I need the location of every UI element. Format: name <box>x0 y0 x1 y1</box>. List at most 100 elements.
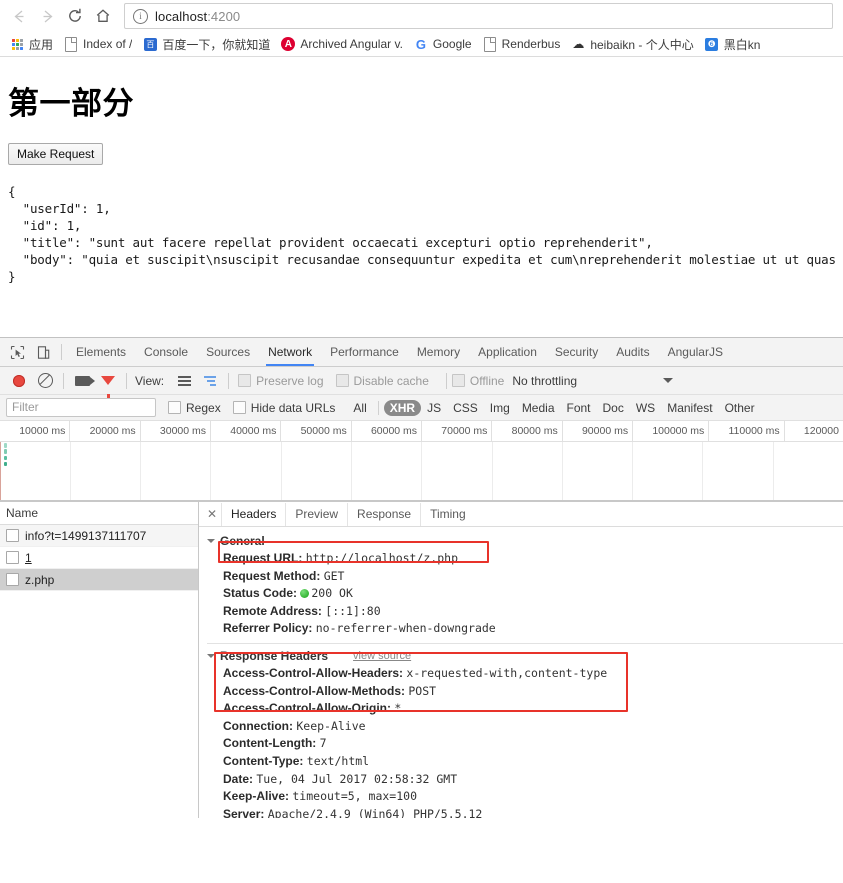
bookmark-index-of[interactable]: Index of / <box>60 35 139 53</box>
tab-application[interactable]: Application <box>469 339 546 366</box>
bookmark-google[interactable]: G Google <box>410 35 479 53</box>
tab-performance[interactable]: Performance <box>321 339 408 366</box>
view-list-icon[interactable] <box>171 368 197 394</box>
chevron-down-icon[interactable] <box>207 539 215 543</box>
detail-tab-headers[interactable]: Headers <box>221 502 285 526</box>
capture-screenshots-icon[interactable] <box>69 368 95 394</box>
request-list-column-header[interactable]: Name <box>0 502 198 525</box>
filter-type-media[interactable]: Media <box>516 400 561 416</box>
header-row-referrer-policy: Referrer Policy: no-referrer-when-downgr… <box>207 620 843 638</box>
row-checkbox-icon[interactable] <box>6 529 19 542</box>
view-waterfall-icon[interactable] <box>197 368 223 394</box>
chevron-down-icon[interactable] <box>663 378 674 383</box>
tab-sources[interactable]: Sources <box>197 339 259 366</box>
filter-type-xhr[interactable]: XHR <box>383 399 422 416</box>
filter-type-manifest[interactable]: Manifest <box>661 400 718 416</box>
address-bar[interactable]: i localhost:4200 <box>124 3 833 29</box>
filter-type-all[interactable]: All <box>347 400 372 416</box>
record-button-icon[interactable] <box>6 368 32 394</box>
header-value[interactable]: http://localhost/z.php <box>306 551 458 565</box>
response-headers-section-header[interactable]: Response Headers view source <box>207 649 843 663</box>
tab-angularjs[interactable]: AngularJS <box>659 339 732 366</box>
disable-cache-checkbox[interactable] <box>335 374 349 387</box>
bookmark-heibaikn[interactable]: ☁ heibaikn - 个人中心 <box>567 34 700 55</box>
timeline-tick: 30000 ms <box>139 421 210 441</box>
throttling-select[interactable]: No throttling <box>512 374 577 388</box>
row-checkbox-icon[interactable] <box>6 573 19 586</box>
disable-cache-option[interactable]: Disable cache <box>335 374 429 388</box>
preserve-log-checkbox[interactable] <box>238 374 252 387</box>
close-icon[interactable]: ✕ <box>203 507 221 521</box>
forward-arrow-icon[interactable] <box>34 3 60 29</box>
bookmark-heibai[interactable]: ❻ 黑白kn <box>701 34 768 55</box>
devtools-tabbar: Elements Console Sources Network Perform… <box>0 338 843 367</box>
hide-data-urls-option[interactable]: Hide data URLs <box>232 401 335 415</box>
tab-memory[interactable]: Memory <box>408 339 469 366</box>
tab-elements[interactable]: Elements <box>67 339 135 366</box>
reload-icon[interactable] <box>62 3 88 29</box>
tab-audits[interactable]: Audits <box>607 339 658 366</box>
offline-option[interactable]: Offline <box>451 374 504 388</box>
table-row[interactable]: z.php <box>0 569 198 591</box>
inspect-element-icon[interactable] <box>4 339 30 365</box>
filter-type-img[interactable]: Img <box>484 400 516 416</box>
table-row[interactable]: 1 <box>0 547 198 569</box>
header-row-request-url: Request URL: http://localhost/z.php <box>207 550 843 568</box>
toggle-device-toolbar-icon[interactable] <box>30 339 56 365</box>
filter-type-js[interactable]: JS <box>421 400 447 416</box>
row-checkbox-icon[interactable] <box>6 551 19 564</box>
filter-type-doc[interactable]: Doc <box>597 400 630 416</box>
tab-console[interactable]: Console <box>135 339 197 366</box>
header-row-acao: Access-Control-Allow-Origin: * <box>207 700 843 718</box>
filter-input[interactable]: Filter <box>6 398 156 417</box>
offline-checkbox[interactable] <box>451 374 465 387</box>
table-row[interactable]: info?t=1499137111707 <box>0 525 198 547</box>
tab-network[interactable]: Network <box>259 339 321 366</box>
json-response-output: { "userId": 1, "id": 1, "title": "sunt a… <box>8 184 835 284</box>
angular-icon: A <box>281 37 296 51</box>
timeline-tick: 50000 ms <box>280 421 350 441</box>
filter-type-css[interactable]: CSS <box>447 400 484 416</box>
document-icon <box>483 36 497 52</box>
hide-data-urls-checkbox[interactable] <box>232 401 246 414</box>
network-overview-graph[interactable] <box>0 442 843 501</box>
response-headers-title: Response Headers <box>220 648 329 663</box>
detail-tab-preview[interactable]: Preview <box>285 502 347 526</box>
overview-left-handle[interactable] <box>0 442 1 500</box>
divider <box>126 372 127 389</box>
timeline-tick: 40000 ms <box>210 421 280 441</box>
regex-option[interactable]: Regex <box>168 401 221 415</box>
header-key: Keep-Alive: <box>223 789 290 804</box>
clear-icon[interactable] <box>32 368 58 394</box>
header-row-server: Server: Apache/2.4.9 (Win64) PHP/5.5.12 <box>207 806 843 818</box>
general-section-header[interactable]: General <box>207 534 843 548</box>
timeline-tick: 20000 ms <box>69 421 139 441</box>
home-icon[interactable] <box>90 3 116 29</box>
info-circle-icon[interactable]: i <box>133 8 148 24</box>
view-source-link[interactable]: view source <box>353 650 411 662</box>
bookmark-baidu[interactable]: 百 百度一下，你就知道 <box>139 34 277 55</box>
bookmark-renderbus[interactable]: Renderbus <box>479 35 568 53</box>
bookmark-archived-angular[interactable]: A Archived Angular v. <box>277 35 410 53</box>
browser-chrome: i localhost:4200 应用 Index of / 百 百度一下，你就… <box>0 0 843 57</box>
chevron-down-icon[interactable] <box>207 653 215 658</box>
back-arrow-icon[interactable] <box>6 3 32 29</box>
preserve-log-option[interactable]: Preserve log <box>238 374 324 388</box>
request-detail-pane: ✕ Headers Preview Response Timing Genera… <box>199 502 843 818</box>
detail-tab-timing[interactable]: Timing <box>420 502 475 526</box>
make-request-button[interactable]: Make Request <box>8 143 104 165</box>
tab-security[interactable]: Security <box>546 339 607 366</box>
detail-tab-response[interactable]: Response <box>347 502 420 526</box>
header-value: 7 <box>319 736 327 751</box>
header-key: Request Method: <box>223 568 321 583</box>
bookmark-apps[interactable]: 应用 <box>6 34 60 55</box>
filter-type-ws[interactable]: WS <box>630 400 661 416</box>
timeline-tick: 10000 ms <box>19 425 66 437</box>
regex-checkbox[interactable] <box>168 401 181 414</box>
filter-type-font[interactable]: Font <box>561 400 597 416</box>
filter-type-other[interactable]: Other <box>719 400 761 416</box>
header-row-date: Date: Tue, 04 Jul 2017 02:58:32 GMT <box>207 771 843 789</box>
request-name: 1 <box>25 550 32 565</box>
filter-icon[interactable] <box>95 368 121 398</box>
request-name: info?t=1499137111707 <box>25 528 147 543</box>
